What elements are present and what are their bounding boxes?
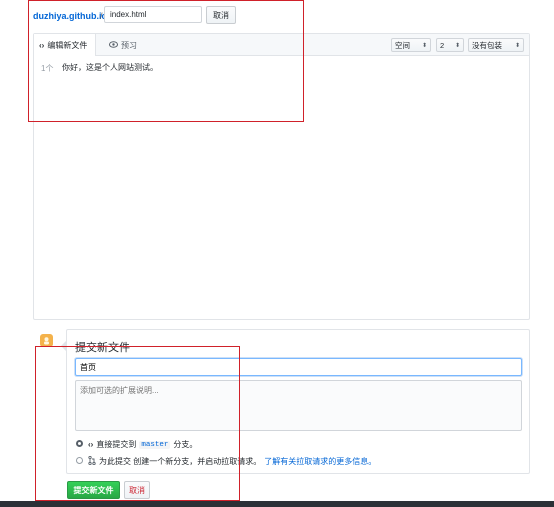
caret-updown-icon: ⬍	[514, 42, 520, 49]
footer-bar	[0, 501, 554, 507]
caret-updown-icon: ⬍	[454, 42, 460, 49]
indent-size-select[interactable]: 2 ⬍	[436, 38, 464, 52]
annotation-box-editor	[28, 0, 304, 122]
indent-size-value: 2	[440, 40, 445, 50]
wrap-mode-select[interactable]: 没有包装 ⬍	[468, 38, 524, 52]
caret-updown-icon: ⬍	[421, 42, 427, 49]
learn-more-link[interactable]: 了解有关拉取请求的更多信息。	[264, 456, 376, 467]
annotation-box-commit	[35, 346, 240, 501]
indent-mode-select[interactable]: 空间 ⬍	[391, 38, 431, 52]
wrap-mode-value: 没有包装	[472, 40, 502, 50]
indent-mode-value: 空间	[395, 40, 410, 50]
